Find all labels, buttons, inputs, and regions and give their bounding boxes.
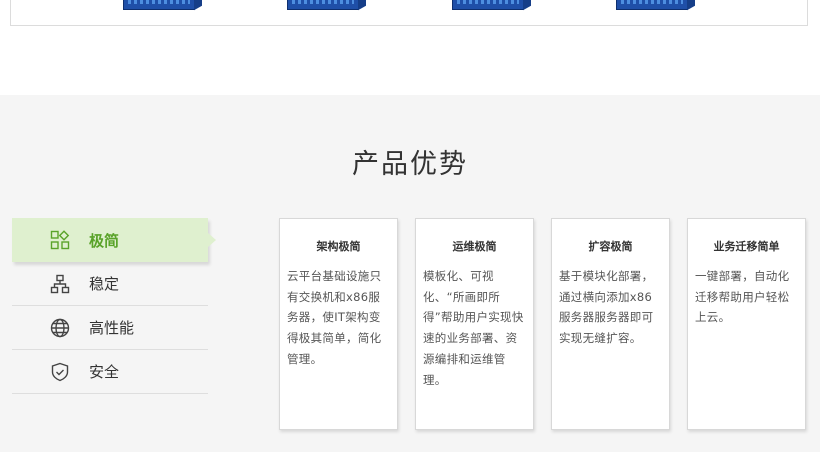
advantage-card-operations: 运维极简 模板化、可视化、“所画即所得”帮助用户实现快速的业务部署、资源编排和运… — [415, 218, 534, 430]
advantage-card-architecture: 架构极简 云平台基础设施只有交换机和x86服务器，使IT架构变得极其简单，简化管… — [279, 218, 398, 430]
card-title: 架构极简 — [316, 240, 361, 253]
apps-grid-icon — [49, 229, 71, 251]
previous-section-panel — [10, 0, 808, 26]
globe-icon — [49, 317, 71, 339]
nav-item-label: 稳定 — [89, 275, 120, 293]
card-text: 一键部署，自动化迁移帮助用户轻松上云。 — [695, 269, 790, 325]
card-text: 模板化、可视化、“所画即所得”帮助用户实现快速的业务部署、资源编排和运维管理。 — [423, 269, 524, 387]
server-illustration — [616, 0, 688, 10]
product-advantages-section: 产品优势 极简 稳定 高性能 安全 架构极简 云平台基础设施只有交换机和x86服… — [0, 95, 820, 452]
card-title: 运维极简 — [452, 240, 497, 253]
card-title: 扩容极简 — [588, 240, 633, 253]
server-illustration — [287, 0, 359, 10]
card-text: 云平台基础设施只有交换机和x86服务器，使IT架构变得极其简单，简化管理。 — [287, 269, 382, 366]
nav-item-label: 安全 — [89, 363, 120, 381]
section-title: 产品优势 — [352, 149, 468, 180]
advantage-card-scaling: 扩容极简 基于模块化部署，通过横向添加x86服务器服务器即可实现无缝扩容。 — [551, 218, 670, 430]
advantages-nav: 极简 稳定 高性能 安全 — [12, 218, 216, 394]
server-illustration — [452, 0, 524, 10]
nav-item-label: 极简 — [89, 231, 120, 250]
network-tree-icon — [49, 273, 71, 295]
nav-item-label: 高性能 — [89, 319, 135, 337]
nav-item-stable[interactable]: 稳定 — [12, 262, 208, 306]
nav-item-simple[interactable]: 极简 — [12, 218, 216, 262]
shield-check-icon — [49, 361, 71, 383]
nav-item-security[interactable]: 安全 — [12, 350, 208, 394]
card-text: 基于模块化部署，通过横向添加x86服务器服务器即可实现无缝扩容。 — [559, 269, 654, 346]
nav-item-performance[interactable]: 高性能 — [12, 306, 208, 350]
advantage-card-migration: 业务迁移简单 一键部署，自动化迁移帮助用户轻松上云。 — [687, 218, 806, 430]
card-title: 业务迁移简单 — [713, 240, 780, 253]
server-illustration — [123, 0, 195, 10]
